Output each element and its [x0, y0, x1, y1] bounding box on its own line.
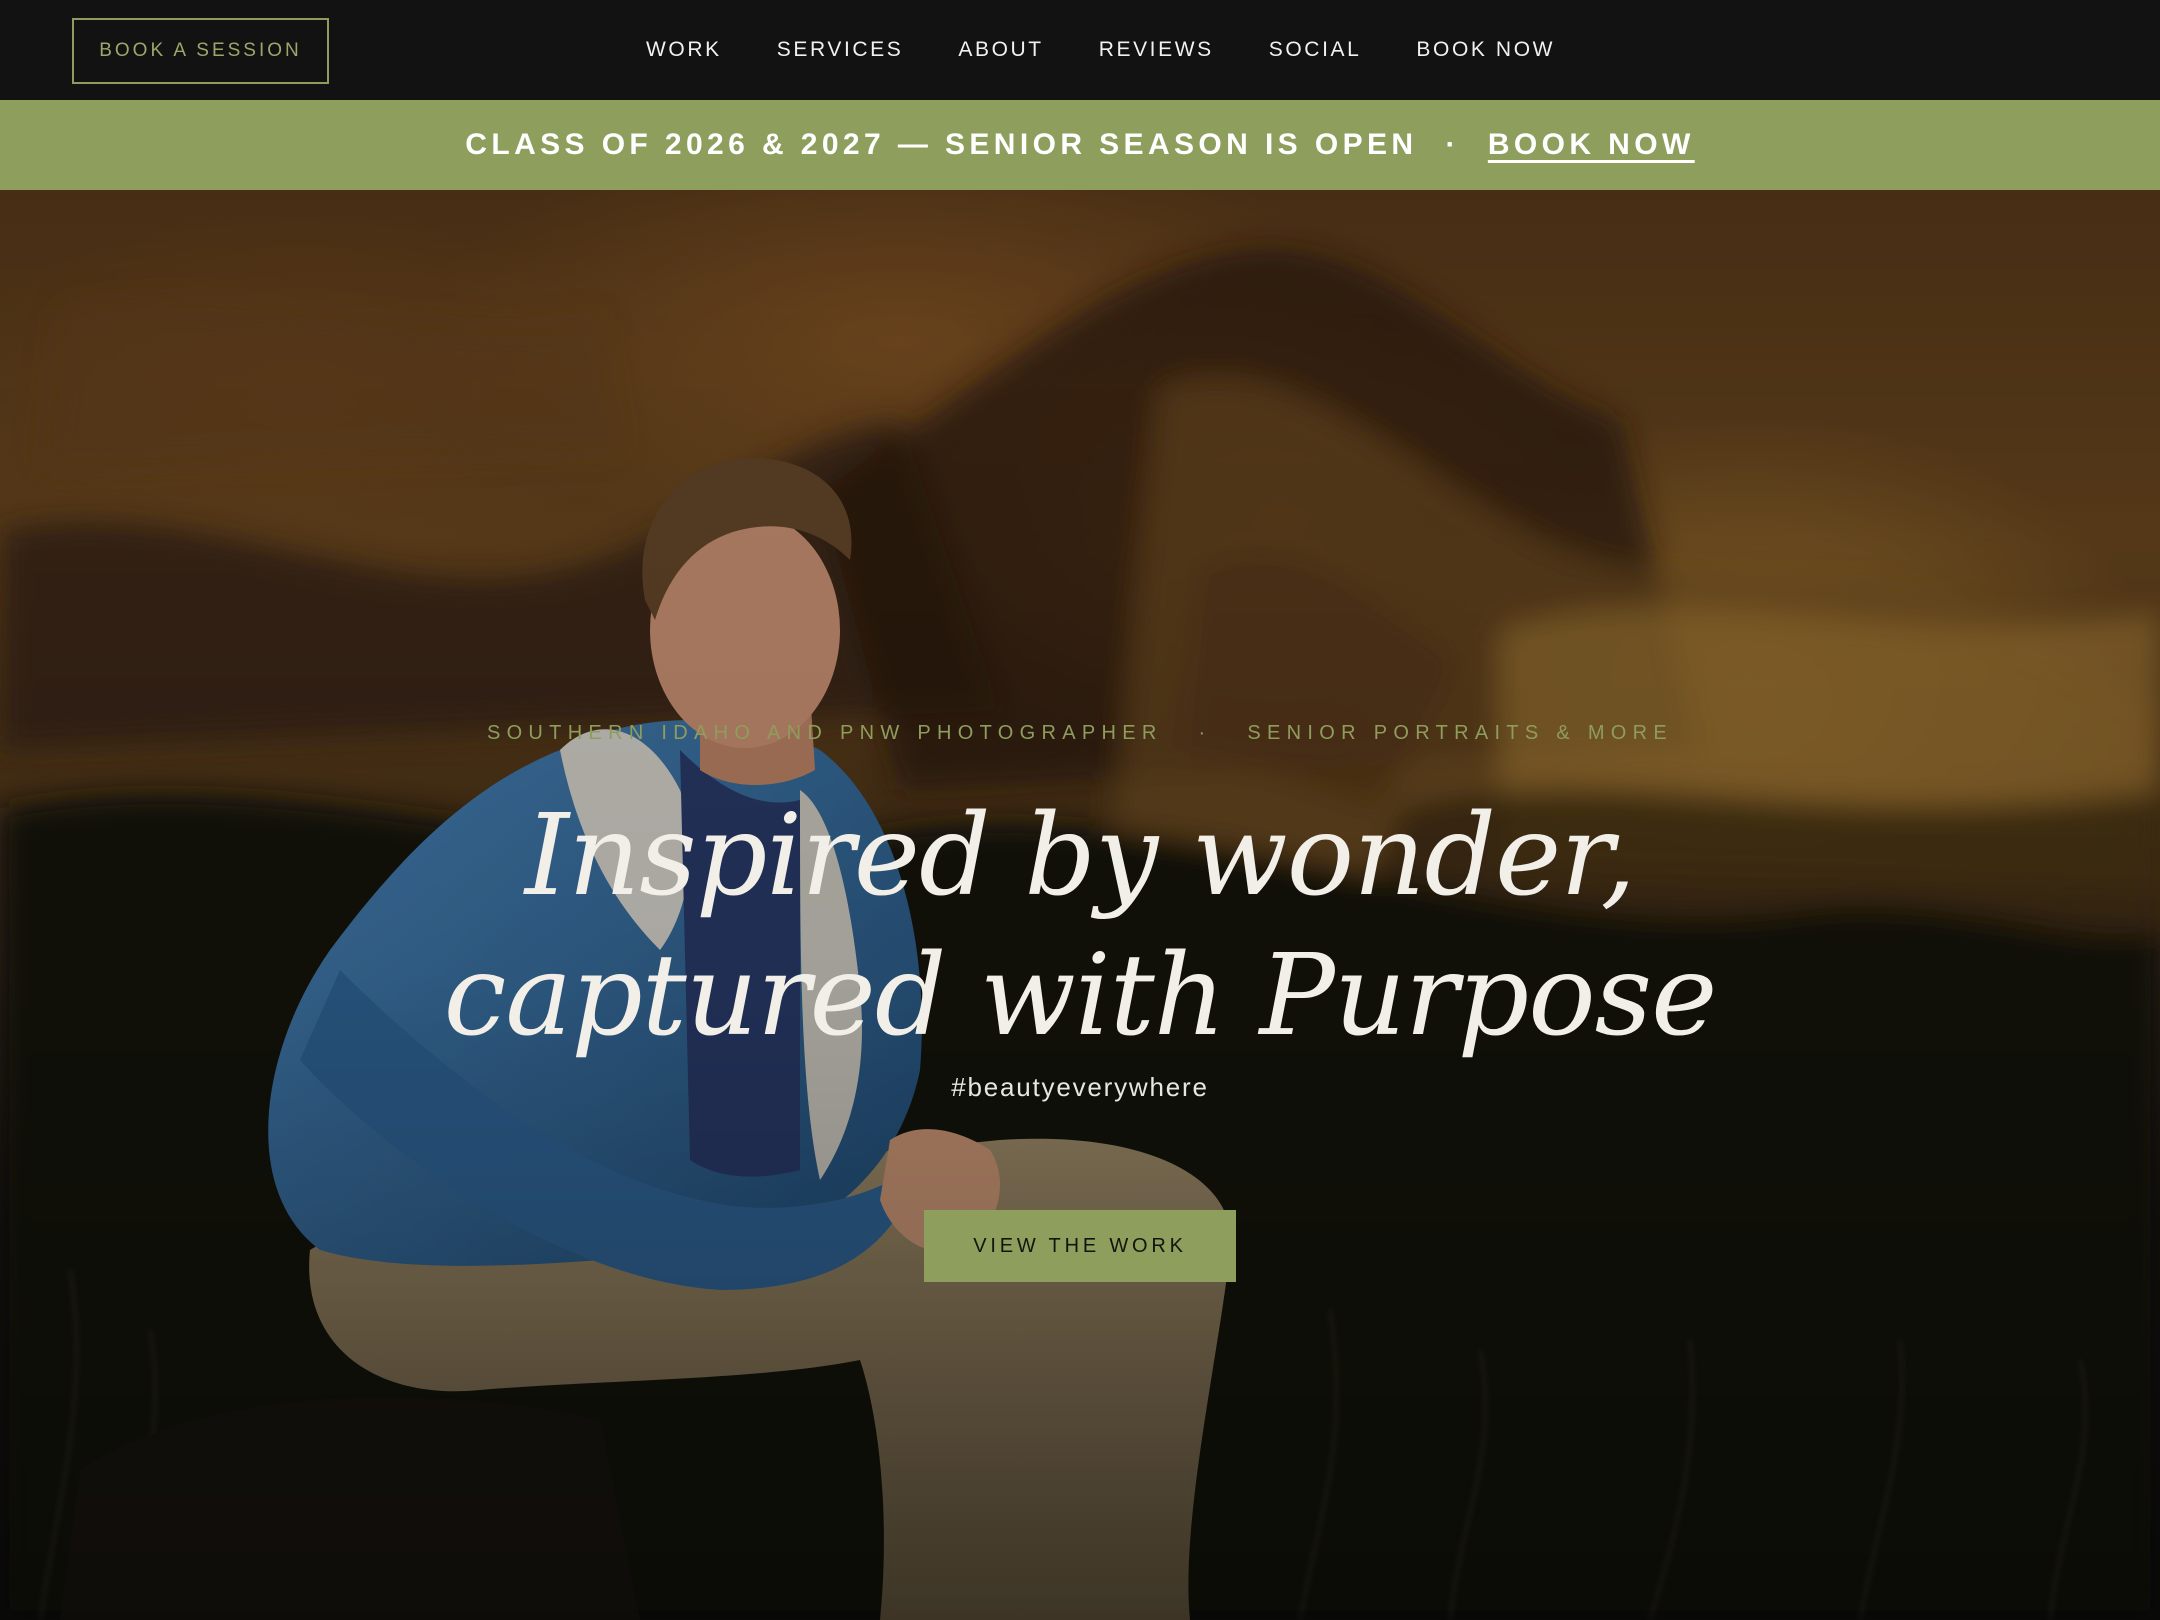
nav-item-reviews[interactable]: REVIEWS [1099, 38, 1214, 62]
announcement-separator: · [1445, 128, 1460, 161]
main-nav: WORK SERVICES ABOUT REVIEWS SOCIAL BOOK … [646, 0, 1555, 100]
nav-item-work[interactable]: WORK [646, 38, 722, 62]
hero-hashtag: #beautyeverywhere [951, 1072, 1209, 1102]
announcement-bar: CLASS OF 2026 & 2027 — SENIOR SEASON IS … [0, 100, 2160, 190]
nav-item-social[interactable]: SOCIAL [1269, 38, 1362, 62]
announcement-text: CLASS OF 2026 & 2027 — SENIOR SEASON IS … [465, 128, 1418, 161]
nav-item-services[interactable]: SERVICES [777, 38, 904, 62]
nav-item-about[interactable]: ABOUT [958, 38, 1043, 62]
book-session-button[interactable]: BOOK A SESSION [72, 18, 329, 84]
hero-section: SOUTHERN IDAHO AND PNW PHOTOGRAPHER · SE… [0, 190, 2160, 1620]
hero-eyebrow-location: SOUTHERN IDAHO AND PNW PHOTOGRAPHER [486, 722, 1163, 744]
hero-eyebrow-specialty: SENIOR PORTRAITS & MORE [1247, 722, 1674, 744]
hero-eyebrow-separator: · [1198, 722, 1212, 744]
nav-item-book-now[interactable]: BOOK NOW [1416, 38, 1555, 62]
hero-eyebrow: SOUTHERN IDAHO AND PNW PHOTOGRAPHER · SE… [0, 722, 2160, 745]
announcement-book-now-link[interactable]: BOOK NOW [1488, 128, 1695, 162]
site-header: BOOK A SESSION WORK SERVICES ABOUT REVIE… [0, 0, 2160, 100]
hero-headline-line-2: captured with Purpose [443, 931, 1718, 1061]
hero-headline: Inspired by wonder, captured with Purpos… [0, 786, 2160, 1066]
view-the-work-button[interactable]: VIEW THE WORK [924, 1210, 1236, 1282]
hero-headline-line-1: Inspired by wonder, [524, 791, 1636, 921]
